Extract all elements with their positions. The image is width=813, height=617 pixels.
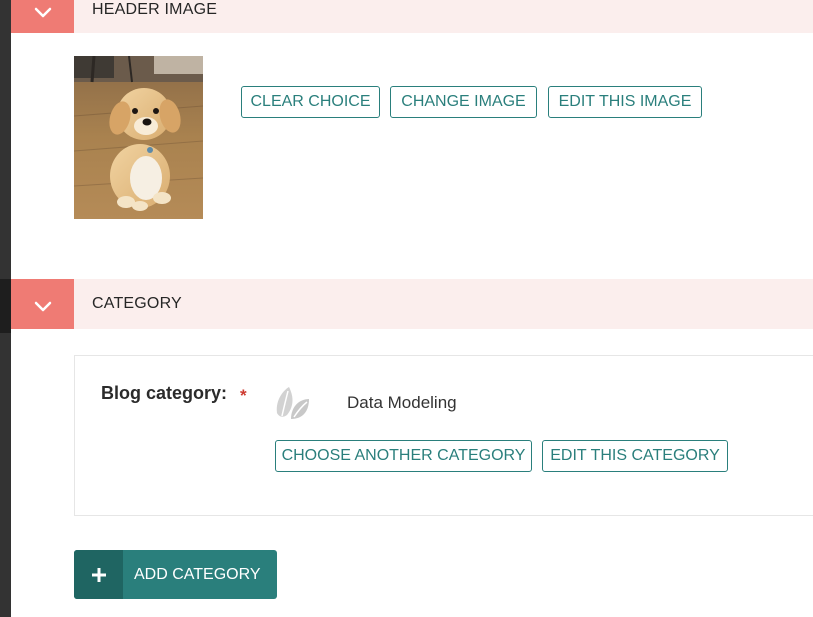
edit-this-image-button[interactable]: EDIT THIS IMAGE: [548, 86, 702, 118]
header-image-collapse-toggle[interactable]: [11, 0, 74, 33]
add-category-button[interactable]: ADD CATEGORY: [74, 550, 277, 599]
page: HEADER IMAGE CLEAR CHOICE CHANGE IMAGE E…: [0, 0, 813, 617]
chevron-down-icon: [34, 301, 51, 312]
category-collapse-toggle[interactable]: [11, 279, 74, 329]
choose-another-category-button[interactable]: CHOOSE ANOTHER CATEGORY: [275, 440, 532, 472]
puppy-photo: [74, 56, 203, 219]
category-panel-header: CATEGORY: [11, 279, 813, 329]
leaf-icon: [273, 385, 311, 423]
clear-choice-button[interactable]: CLEAR CHOICE: [241, 86, 380, 118]
chevron-down-icon: [34, 7, 51, 17]
blog-category-label: Blog category:: [101, 383, 228, 403]
category-field-box: [74, 355, 813, 516]
required-marker: *: [240, 386, 247, 405]
change-image-button[interactable]: CHANGE IMAGE: [390, 86, 537, 118]
header-image-panel-header: HEADER IMAGE: [11, 0, 813, 33]
plus-icon: [74, 550, 123, 599]
header-image-panel-title: HEADER IMAGE: [92, 0, 218, 18]
header-image-thumbnail: [74, 56, 203, 219]
category-panel-title: CATEGORY: [92, 295, 182, 312]
add-category-label: ADD CATEGORY: [134, 565, 261, 583]
selected-category-name: Data Modeling: [347, 393, 457, 412]
left-sidebar-strip-active: [0, 279, 11, 333]
edit-this-category-button[interactable]: EDIT THIS CATEGORY: [542, 440, 728, 472]
